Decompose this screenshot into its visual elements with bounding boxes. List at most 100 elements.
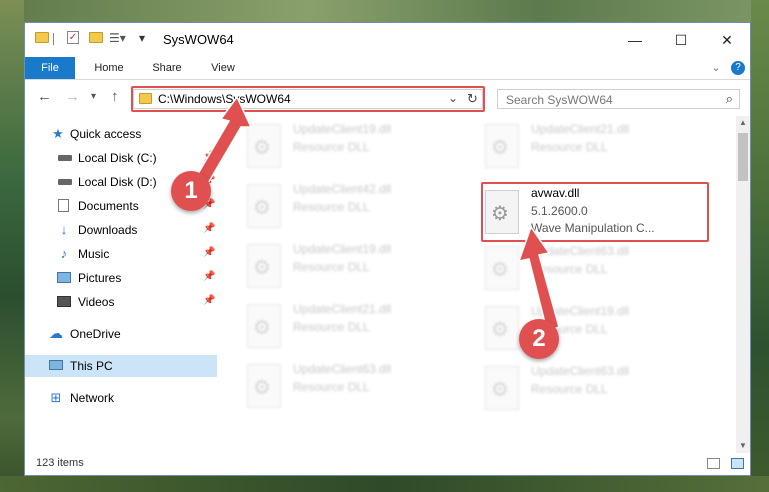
dll-file-icon (485, 306, 519, 350)
forward-arrow-icon[interactable]: → (65, 88, 80, 105)
dll-file-icon (247, 304, 281, 348)
file-description: Resource DLL (293, 260, 370, 274)
sidebar-item-pictures[interactable]: Pictures 📌 (25, 267, 217, 289)
close-button[interactable]: ✕ (704, 23, 750, 57)
dll-file-icon (485, 124, 519, 168)
status-bar: 123 items (25, 453, 750, 475)
scroll-up-icon[interactable]: ▲ (736, 116, 750, 130)
sidebar-item-videos[interactable]: Videos 📌 (25, 291, 217, 313)
cloud-icon: ☁ (49, 325, 63, 341)
sidebar-item-label: Documents (78, 199, 139, 213)
sidebar-item-label: Videos (78, 295, 115, 309)
new-folder-icon[interactable] (89, 32, 103, 43)
search-placeholder[interactable]: Search SysWOW64 (506, 93, 613, 107)
file-explorer-window: ✓ ☰▾ ▾ SysWOW64 — ☐ ✕ File Home Share Vi… (24, 22, 751, 476)
file-name: UpdateClient42.dll (293, 182, 392, 196)
drive-icon (58, 155, 72, 161)
file-highlight-box (481, 182, 709, 242)
pin-icon[interactable]: 📌 (203, 247, 215, 258)
list-item[interactable]: UpdateClient21.dll Resource DLL (461, 118, 691, 180)
search-icon[interactable]: ⌕ (726, 91, 733, 107)
file-name: UpdateClient19.dll (293, 242, 392, 256)
desktop-wallpaper-left (0, 0, 24, 492)
recent-locations-icon[interactable]: ▾ (91, 91, 96, 102)
file-name: UpdateClient63.dll (531, 364, 630, 378)
step-1-badge: 1 (171, 171, 211, 211)
ribbon-tabs: File Home Share View ⌄ ? (25, 57, 750, 80)
large-icons-view-icon[interactable] (731, 458, 744, 469)
file-description: Resource DLL (293, 200, 370, 214)
sidebar-item-label: Quick access (70, 127, 142, 141)
file-name: UpdateClient63.dll (293, 362, 392, 376)
pin-icon[interactable]: 📌 (203, 223, 215, 234)
pin-icon[interactable]: 📌 (203, 295, 215, 306)
tab-file[interactable]: File (25, 57, 75, 79)
tab-share[interactable]: Share (143, 57, 191, 79)
properties-icon[interactable]: ✓ (67, 31, 79, 44)
music-icon: ♪ (60, 246, 68, 261)
pictures-icon (57, 272, 71, 283)
network-icon: ⊞ (50, 390, 62, 405)
sidebar-item-this-pc[interactable]: This PC (25, 355, 217, 377)
file-name: UpdateClient19.dll (293, 122, 392, 136)
tab-home[interactable]: Home (85, 57, 133, 79)
scrollbar-thumb[interactable] (738, 133, 748, 181)
sidebar-item-label: Pictures (78, 271, 122, 285)
dll-file-icon (485, 246, 519, 290)
up-arrow-icon[interactable]: ↑ (111, 88, 119, 105)
star-icon: ★ (52, 126, 64, 141)
sidebar-item-label: Local Disk (C:) (78, 151, 157, 165)
desktop-wallpaper-bottom (0, 476, 769, 492)
customize-quick-access-icon[interactable]: ☰▾ (109, 31, 126, 45)
drive-icon (58, 179, 72, 185)
sidebar-item-label: OneDrive (70, 327, 121, 341)
maximize-button[interactable]: ☐ (658, 23, 704, 57)
file-description: Resource DLL (293, 380, 370, 394)
sidebar-item-network[interactable]: ⊞ Network (25, 387, 217, 409)
file-description: Resource DLL (293, 320, 370, 334)
file-description: Resource DLL (531, 382, 608, 396)
list-item[interactable]: UpdateClient19.dll Resource DLL (223, 238, 453, 300)
sidebar-item-onedrive[interactable]: ☁ OneDrive (25, 323, 217, 345)
chevron-down-icon[interactable]: ▾ (139, 31, 145, 45)
sidebar-item-label: Music (78, 247, 110, 261)
vertical-scrollbar[interactable]: ▲ ▼ (736, 116, 750, 453)
dll-file-icon (247, 364, 281, 408)
computer-icon (49, 360, 63, 370)
list-item[interactable]: UpdateClient42.dll Resource DLL (223, 178, 453, 240)
sidebar-item-music[interactable]: ♪ Music 📌 (25, 243, 217, 265)
desktop-wallpaper-top (0, 0, 769, 22)
navigation-bar: ← → ▾ ↑ C:\Windows\SysWOW64 ⌄ ↻ Search S… (25, 80, 750, 116)
back-arrow-icon[interactable]: ← (37, 88, 52, 105)
sidebar-item-label: This PC (70, 359, 113, 373)
dll-file-icon (485, 366, 519, 410)
expand-ribbon-icon[interactable]: ⌄ (709, 57, 723, 79)
documents-icon (58, 199, 69, 212)
list-item[interactable]: UpdateClient21.dll Resource DLL (223, 298, 453, 360)
window-title: SysWOW64 (163, 32, 234, 47)
folder-icon (35, 32, 49, 43)
sidebar-item-downloads[interactable]: ↓ Downloads 📌 (25, 219, 217, 241)
details-view-icon[interactable] (707, 458, 720, 469)
dll-file-icon (247, 244, 281, 288)
file-name: UpdateClient21.dll (293, 302, 392, 316)
desktop-wallpaper-right (751, 0, 769, 492)
toolbar-separator (53, 33, 54, 45)
sidebar-item-label: Local Disk (D:) (78, 175, 157, 189)
tab-view[interactable]: View (201, 57, 245, 79)
file-name: UpdateClient21.dll (531, 122, 630, 136)
videos-icon (57, 296, 71, 307)
sidebar-item-label: Downloads (78, 223, 138, 237)
list-item[interactable]: UpdateClient63.dll Resource DLL (223, 358, 453, 420)
minimize-button[interactable]: — (612, 23, 658, 57)
search-box[interactable]: Search SysWOW64 ⌕ (497, 89, 740, 109)
list-item[interactable]: UpdateClient19.dll Resource DLL (223, 118, 453, 180)
pin-icon[interactable]: 📌 (203, 271, 215, 282)
scroll-down-icon[interactable]: ▼ (736, 439, 750, 453)
list-item[interactable]: UpdateClient63.dll Resource DLL (461, 360, 691, 422)
help-icon[interactable]: ? (731, 61, 745, 75)
step-2-badge: 2 (519, 319, 559, 359)
file-description: Resource DLL (293, 140, 370, 154)
download-icon: ↓ (60, 222, 68, 237)
file-description: Resource DLL (531, 140, 608, 154)
